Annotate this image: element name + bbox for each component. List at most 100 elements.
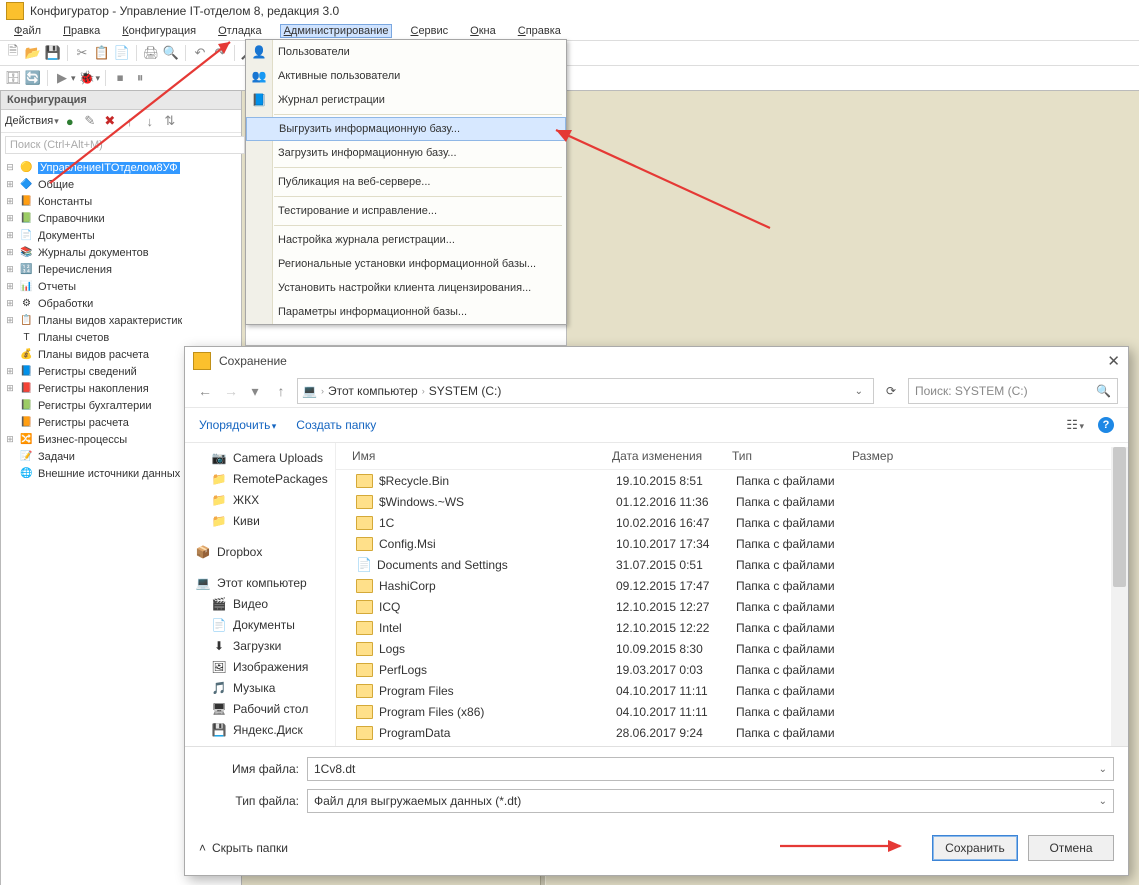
redo-icon[interactable]: ↷ [211, 44, 229, 62]
run-icon[interactable]: ▶ [53, 69, 71, 87]
up-folder-icon[interactable]: ↑ [271, 383, 291, 399]
sidebar-item[interactable]: 📷Camera Uploads [185, 447, 335, 468]
file-row[interactable]: Program Files04.10.2017 11:11Папка с фай… [336, 680, 1128, 701]
menu-администрирование[interactable]: Администрирование [280, 24, 393, 38]
tree-row[interactable]: ⊞📋Планы видов характеристик [1, 312, 241, 329]
dd-item[interactable]: 👥Активные пользователи [246, 64, 566, 88]
file-row[interactable]: $Recycle.Bin19.10.2015 8:51Папка с файла… [336, 470, 1128, 491]
filetype-select[interactable]: Файл для выгружаемых данных (*.dt) ⌄ [307, 789, 1114, 813]
sidebar-item[interactable]: 🎵Музыка [185, 677, 335, 698]
copy-icon[interactable]: 📋 [93, 44, 111, 62]
file-row[interactable]: Recovery01.06.2017 19:46Папка с файлами [336, 743, 1128, 746]
sidebar-item[interactable]: ⬇Загрузки [185, 635, 335, 656]
expand-icon[interactable]: ⊞ [5, 213, 15, 224]
pause-icon[interactable]: ⏸ [131, 69, 149, 87]
hide-folders-toggle[interactable]: ˄ Скрыть папки [199, 841, 288, 855]
filename-dropdown-icon[interactable]: ⌄ [1099, 764, 1107, 775]
edit-icon[interactable]: ✎ [81, 112, 99, 130]
sidebar-item[interactable]: 📁Киви [185, 510, 335, 531]
file-row[interactable]: ICQ12.10.2015 12:27Папка с файлами [336, 596, 1128, 617]
dd-item[interactable]: Публикация на веб-сервере... [246, 170, 566, 194]
file-row[interactable]: 📄Documents and Settings31.07.2015 0:51Па… [336, 554, 1128, 575]
scrollbar[interactable] [1111, 447, 1128, 746]
refresh-icon[interactable]: 🔄 [24, 69, 42, 87]
print-icon[interactable]: 🖨 [142, 44, 160, 62]
compare-icon[interactable]: 🔍 [162, 44, 180, 62]
tree-row[interactable]: ⊞🔷Общие [1, 176, 241, 193]
open-icon[interactable]: 📂 [24, 44, 42, 62]
sort-icon[interactable]: ⇅ [161, 112, 179, 130]
menu-окна[interactable]: Окна [466, 24, 500, 38]
file-row[interactable]: Logs10.09.2015 8:30Папка с файлами [336, 638, 1128, 659]
debug-icon[interactable]: 🐞 [78, 69, 96, 87]
file-row[interactable]: Intel12.10.2015 12:22Папка с файлами [336, 617, 1128, 638]
menu-конфигурация[interactable]: Конфигурация [118, 24, 200, 38]
col-name[interactable]: Имя [336, 449, 612, 463]
organize-button[interactable]: Упорядочить ▾ [199, 418, 276, 432]
paste-icon[interactable]: 📄 [113, 44, 131, 62]
dd-item[interactable]: 📘Журнал регистрации [246, 88, 566, 112]
menu-файл[interactable]: Файл [10, 24, 45, 38]
dd-item[interactable]: Выгрузить информационную базу... [246, 117, 566, 141]
expand-icon[interactable]: ⊞ [5, 383, 15, 394]
crumb-dropdown-icon[interactable]: ⌄ [849, 386, 869, 397]
save-button[interactable]: Сохранить [932, 835, 1018, 861]
file-row[interactable]: PerfLogs19.03.2017 0:03Папка с файлами [336, 659, 1128, 680]
expand-icon[interactable]: ⊞ [5, 315, 15, 326]
sidebar-item[interactable]: 💾Яндекс.Диск [185, 719, 335, 740]
cut-icon[interactable]: ✂ [73, 44, 91, 62]
dd-item[interactable]: Настройка журнала регистрации... [246, 228, 566, 252]
sidebar-item[interactable]: 🖼Изображения [185, 656, 335, 677]
config-search[interactable]: Поиск (Ctrl+Alt+M) [5, 136, 245, 154]
filetype-dropdown-icon[interactable]: ⌄ [1099, 796, 1107, 807]
new-folder-button[interactable]: Создать папку [296, 418, 376, 432]
expand-icon[interactable]: ⊞ [5, 179, 15, 190]
tree-row[interactable]: ⊞📗Справочники [1, 210, 241, 227]
file-row[interactable]: HashiCorp09.12.2015 17:47Папка с файлами [336, 575, 1128, 596]
file-row[interactable]: ProgramData28.06.2017 9:24Папка с файлам… [336, 722, 1128, 743]
menu-сервис[interactable]: Сервис [406, 24, 452, 38]
dd-item[interactable]: Региональные установки информационной ба… [246, 252, 566, 276]
sidebar-item[interactable]: 📄Документы [185, 614, 335, 635]
undo-icon[interactable]: ↶ [191, 44, 209, 62]
tree-row[interactable]: ⊞📚Журналы документов [1, 244, 241, 261]
dd-item[interactable]: Тестирование и исправление... [246, 199, 566, 223]
sidebar-item[interactable]: 📦Dropbox [185, 541, 335, 562]
filename-input[interactable]: 1Cv8.dt ⌄ [307, 757, 1114, 781]
breadcrumb[interactable]: 💻 › Этот компьютер › SYSTEM (C:) ⌄ [297, 378, 874, 404]
back-icon[interactable]: ← [195, 383, 215, 399]
sidebar-item[interactable]: 📁ЖКХ [185, 489, 335, 510]
file-row[interactable]: Program Files (x86)04.10.2017 11:11Папка… [336, 701, 1128, 722]
menu-правка[interactable]: Правка [59, 24, 104, 38]
expand-icon[interactable]: ⊞ [5, 281, 15, 292]
dd-item[interactable]: Загрузить информационную базу... [246, 141, 566, 165]
dd-item[interactable]: 👤Пользователи [246, 40, 566, 64]
sidebar-item[interactable]: 🎬Видео [185, 593, 335, 614]
expand-icon[interactable]: ⊞ [5, 434, 15, 445]
up-icon[interactable]: ↑ [121, 112, 139, 130]
expand-icon[interactable]: ⊞ [5, 196, 15, 207]
delete-icon[interactable]: ✖ [101, 112, 119, 130]
col-date[interactable]: Дата изменения [612, 449, 732, 463]
view-mode-button[interactable]: ☷ ▾ [1066, 417, 1084, 433]
menu-справка[interactable]: Справка [514, 24, 565, 38]
tree-row[interactable]: TПланы счетов [1, 329, 241, 346]
dd-item[interactable]: Установить настройки клиента лицензирова… [246, 276, 566, 300]
cancel-button[interactable]: Отмена [1028, 835, 1114, 861]
tree-row[interactable]: ⊞📄Документы [1, 227, 241, 244]
close-icon[interactable]: ✕ [1107, 352, 1120, 370]
forward-icon[interactable]: → [221, 383, 241, 399]
col-size[interactable]: Размер [852, 449, 932, 463]
menu-отладка[interactable]: Отладка [214, 24, 266, 38]
tree-row[interactable]: ⊞⚙Обработки [1, 295, 241, 312]
tree-row[interactable]: ⊞🔢Перечисления [1, 261, 241, 278]
tree-row[interactable]: ⊞📙Константы [1, 193, 241, 210]
expand-icon[interactable]: ⊞ [5, 264, 15, 275]
expand-icon[interactable]: ⊞ [5, 298, 15, 309]
file-row[interactable]: Config.Msi10.10.2017 17:34Папка с файлам… [336, 533, 1128, 554]
add-icon[interactable]: ● [61, 112, 79, 130]
history-dropdown[interactable]: ▾ [245, 383, 265, 400]
tree-row[interactable]: ⊟🟡УправлениеITОтделом8УФ [1, 159, 241, 176]
expand-icon[interactable]: ⊟ [5, 162, 15, 173]
new-icon[interactable]: 🗎 [4, 44, 22, 62]
